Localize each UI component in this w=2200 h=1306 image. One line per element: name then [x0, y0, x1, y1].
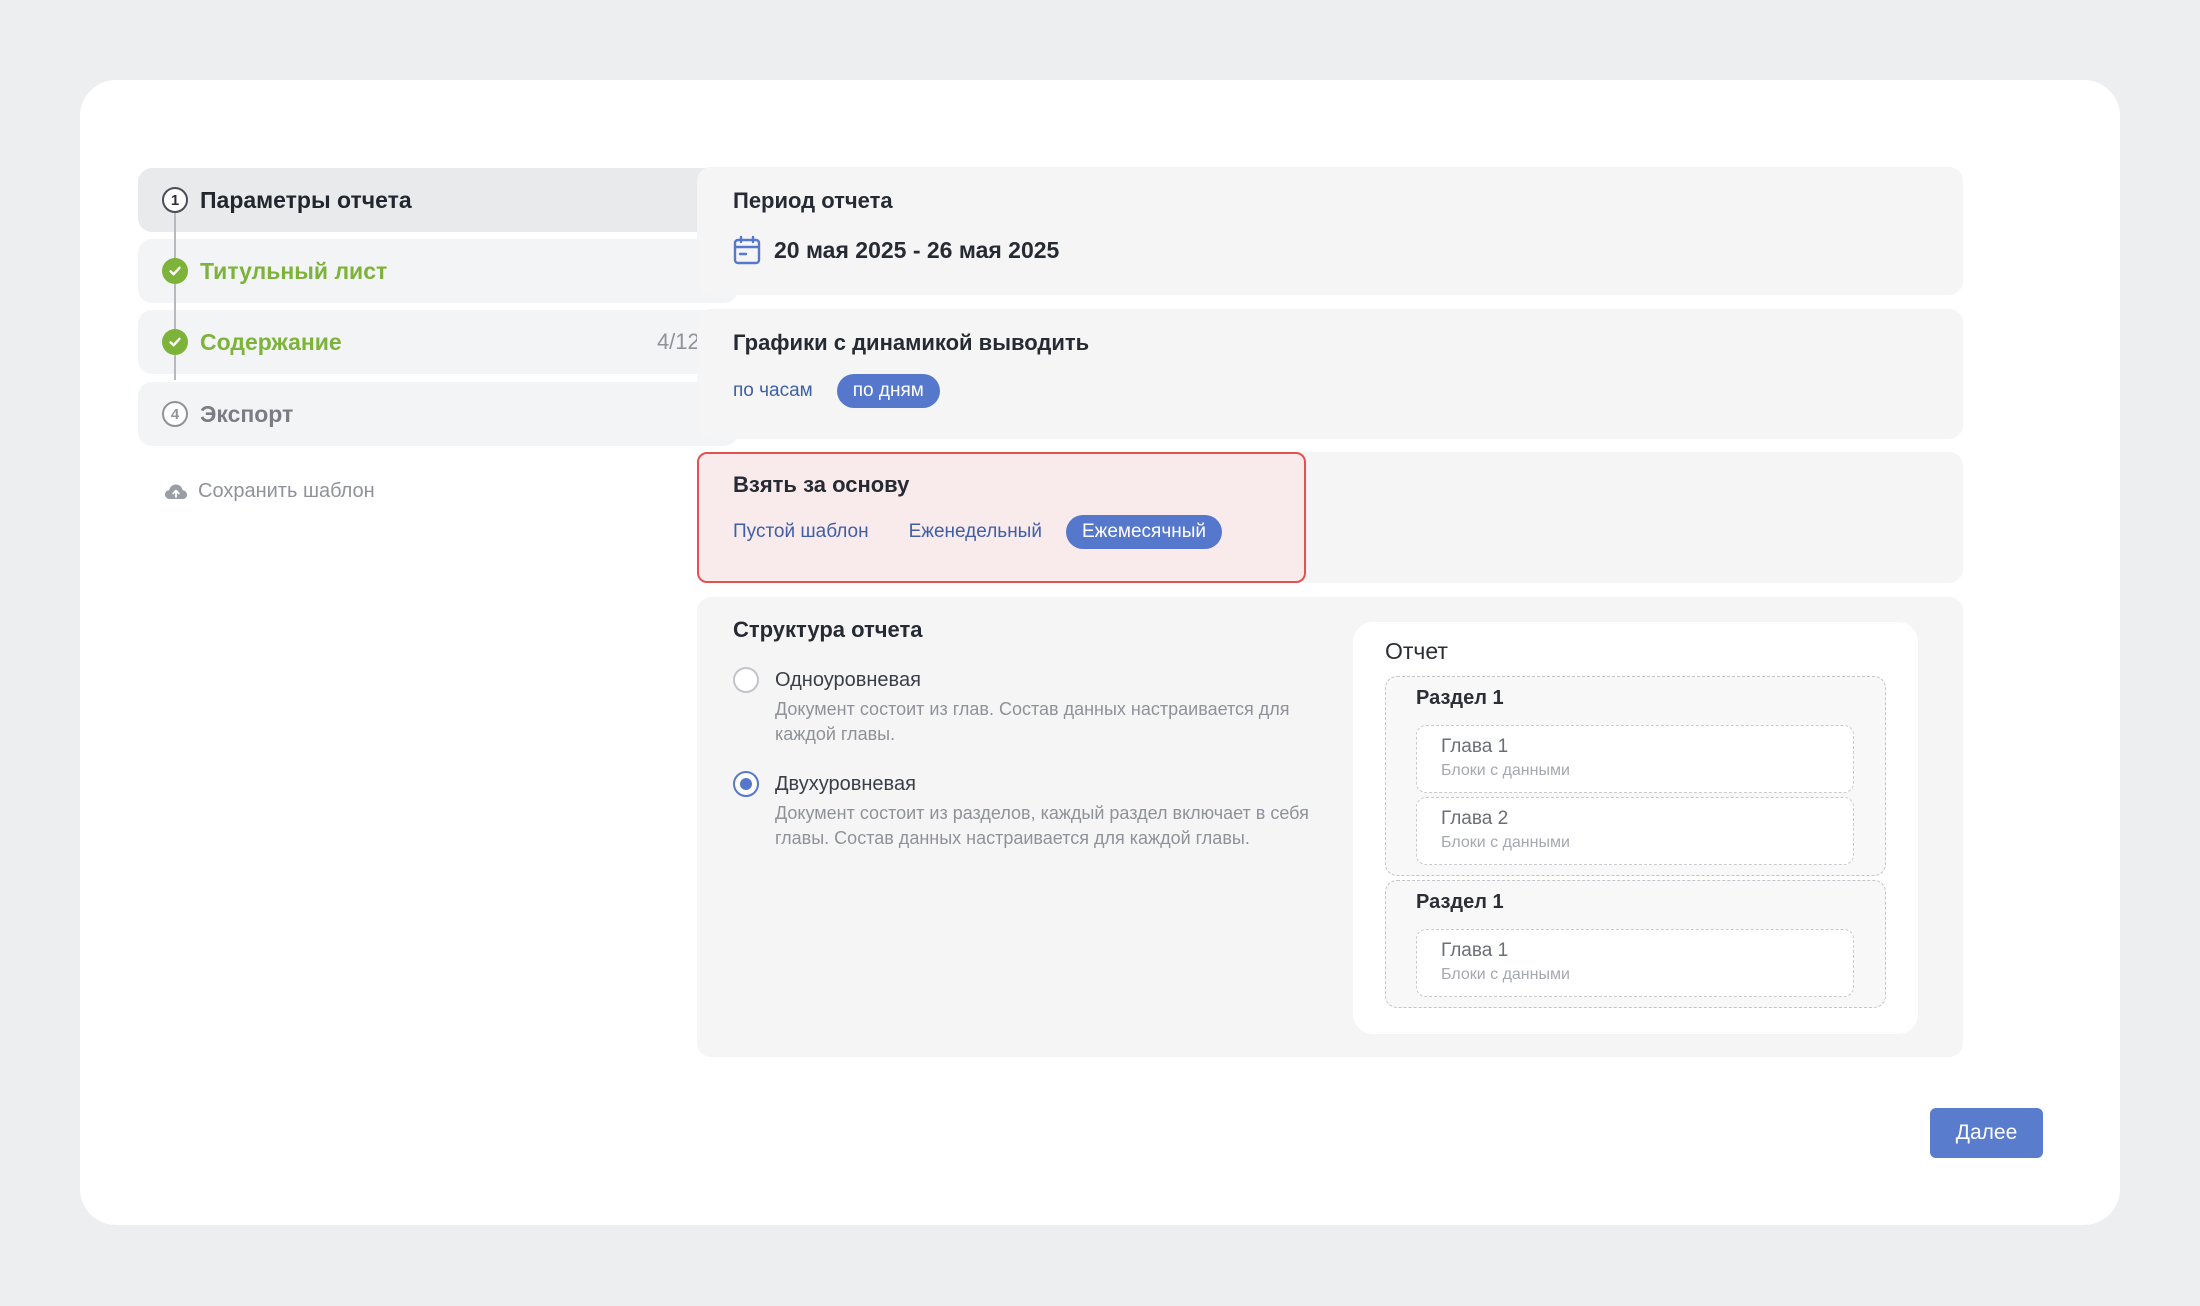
step-report-params[interactable]: 1 Параметры отчета [138, 168, 738, 232]
step-label: Содержание [200, 328, 342, 355]
preview-section-title: Раздел 1 [1416, 687, 1504, 709]
basis-highlight: Взять за основу Пустой шаблон Еженедельн… [697, 452, 1306, 583]
preview-chapter-title: Глава 1 [1441, 736, 1509, 757]
basis-title: Взять за основу [733, 472, 910, 497]
structure-section: Структура отчета Одноуровневая Документ … [697, 597, 1963, 1057]
save-template-label: Сохранить шаблон [198, 480, 375, 502]
pill-weekly[interactable]: Еженедельный [893, 515, 1058, 549]
preview-chapter-title: Глава 2 [1441, 808, 1509, 829]
preview-section: Раздел 1 Глава 1 Блоки с данными Глава 2… [1385, 676, 1886, 876]
step-label: Титульный лист [200, 257, 388, 284]
preview-chapter: Глава 1 Блоки с данными [1416, 725, 1854, 793]
save-template-button[interactable]: Сохранить шаблон [164, 480, 375, 503]
radio-button[interactable] [733, 667, 759, 693]
structure-preview: Отчет Раздел 1 Глава 1 Блоки с данными Г… [1353, 622, 1918, 1034]
preview-chapter-subtitle: Блоки с данными [1441, 834, 1570, 851]
calendar-icon [733, 235, 761, 265]
structure-title: Структура отчета [733, 617, 923, 642]
next-button[interactable]: Далее [1930, 1108, 2043, 1158]
radio-button[interactable] [733, 771, 759, 797]
radio-description: Документ состоит из разделов, каждый раз… [775, 803, 1309, 848]
preview-chapter-subtitle: Блоки с данными [1441, 762, 1570, 779]
pill-by-days[interactable]: по дням [836, 374, 940, 408]
cloud-upload-icon [165, 484, 187, 499]
step-title-page[interactable]: Титульный лист [138, 239, 738, 303]
step-export[interactable]: 4 Экспорт [138, 382, 738, 446]
date-range-value: 20 мая 2025 - 26 мая 2025 [774, 236, 1060, 263]
step-label: Экспорт [200, 400, 294, 427]
period-section: Период отчета 20 мая 2025 - 26 мая 2025 [697, 167, 1963, 295]
pill-by-hours[interactable]: по часам [717, 374, 829, 408]
preview-chapter-subtitle: Блоки с данными [1441, 966, 1570, 983]
step-label: Параметры отчета [200, 186, 412, 213]
step-number-icon: 1 [162, 187, 188, 213]
charts-title: Графики с динамикой выводить [733, 330, 1090, 355]
preview-section-title: Раздел 1 [1416, 891, 1504, 913]
charts-section: Графики с динамикой выводить по часам по… [697, 309, 1963, 439]
preview-chapter-title: Глава 1 [1441, 940, 1509, 961]
radio-two-level[interactable]: Двухуровневая Документ состоит из раздел… [733, 771, 1313, 881]
preview-chapter: Глава 2 Блоки с данными [1416, 797, 1854, 865]
radio-label: Двухуровневая [775, 773, 916, 795]
step-contents[interactable]: Содержание 4/120 [138, 310, 738, 374]
preview-section: Раздел 1 Глава 1 Блоки с данными [1385, 880, 1886, 1008]
check-circle-icon [162, 329, 188, 355]
pill-monthly[interactable]: Ежемесячный [1065, 515, 1222, 549]
date-range-picker[interactable]: 20 мая 2025 - 26 мая 2025 [733, 235, 1059, 265]
period-title: Период отчета [733, 188, 893, 213]
preview-chapter: Глава 1 Блоки с данными [1416, 929, 1854, 997]
radio-label: Одноуровневая [775, 669, 921, 691]
pill-empty-template[interactable]: Пустой шаблон [717, 515, 885, 549]
radio-single-level[interactable]: Одноуровневая Документ состоит из глав. … [733, 667, 1313, 747]
check-circle-icon [162, 258, 188, 284]
step-number-icon: 4 [162, 401, 188, 427]
radio-description: Документ состоит из глав. Состав данных … [775, 699, 1290, 744]
preview-title: Отчет [1385, 638, 1448, 664]
